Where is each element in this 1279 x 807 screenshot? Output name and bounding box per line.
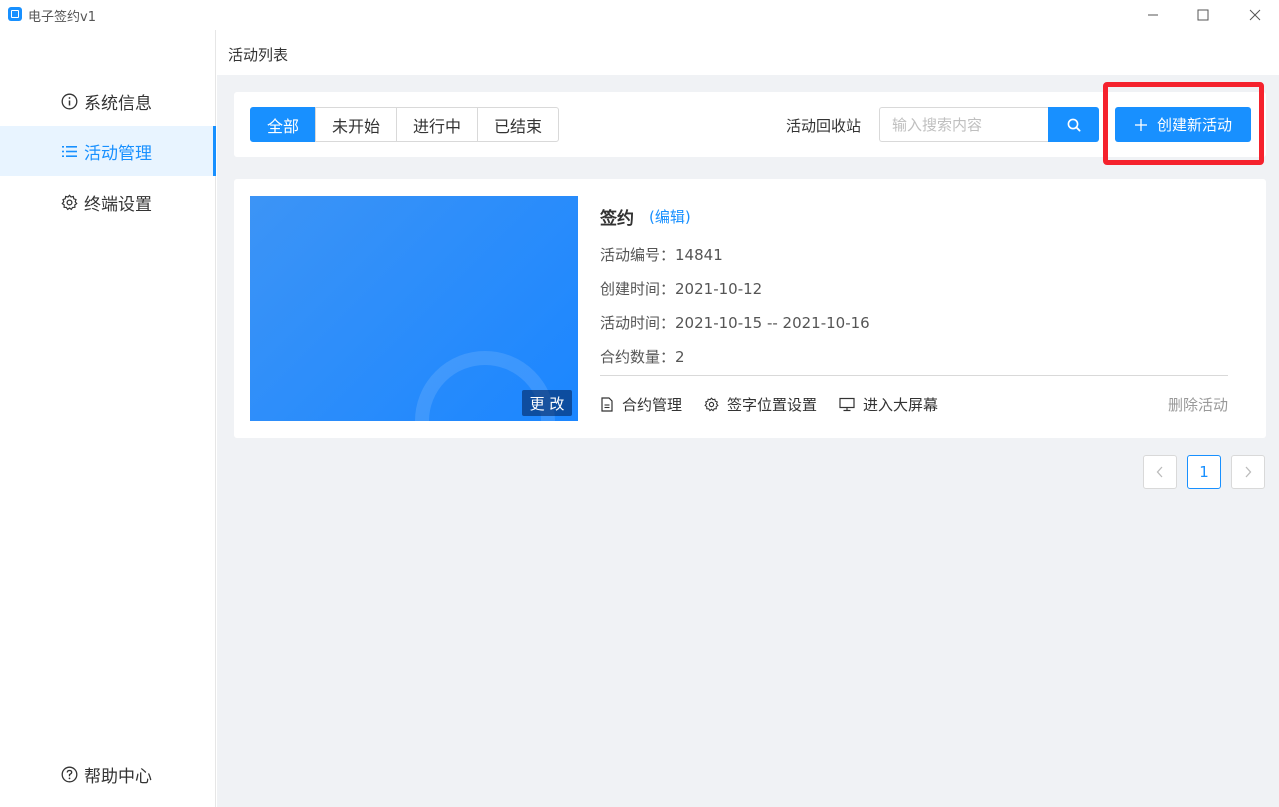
- maximize-icon: [1197, 9, 1209, 21]
- close-icon: [1249, 9, 1261, 21]
- breadcrumb-bar: 活动列表: [217, 30, 1279, 75]
- filter-in-progress-tab[interactable]: 进行中: [396, 107, 479, 142]
- close-button[interactable]: [1232, 0, 1278, 30]
- title-bar: 电子签约v1: [0, 0, 1279, 30]
- create-activity-label: 创建新活动: [1156, 116, 1232, 134]
- prev-page-button[interactable]: [1143, 455, 1177, 489]
- filter-all-tab[interactable]: 全部: [250, 107, 317, 142]
- list-icon: [60, 142, 78, 160]
- main-content: 活动列表 全部 未开始 进行中 已结束 活动回收站 创建新活动 更 改 签约: [217, 30, 1279, 807]
- sidebar-item-label: 帮助中心: [84, 766, 152, 787]
- monitor-icon: [839, 397, 855, 412]
- app-logo-icon: [8, 7, 22, 21]
- card-divider: [600, 375, 1228, 376]
- search-input[interactable]: [879, 107, 1048, 142]
- create-activity-button[interactable]: 创建新活动: [1115, 107, 1251, 142]
- filter-toolbar: 全部 未开始 进行中 已结束 活动回收站 创建新活动: [234, 92, 1266, 157]
- status-filter-group: 全部 未开始 进行中 已结束: [250, 107, 560, 142]
- contract-management-button[interactable]: 合约管理: [600, 394, 682, 415]
- activity-id: 活动编号：14841: [600, 246, 723, 264]
- action-label: 签字位置设置: [727, 396, 818, 414]
- activity-card: 更 改 签约 (编辑) 活动编号：14841 创建时间：2021-10-12 活…: [234, 179, 1266, 438]
- minimize-button[interactable]: [1130, 0, 1176, 30]
- sidebar-item-terminal-settings[interactable]: 终端设置: [0, 177, 216, 227]
- activity-title-row: 签约 (编辑): [600, 204, 691, 229]
- delete-activity-link[interactable]: 删除活动: [1168, 394, 1228, 415]
- sidebar-item-label: 活动管理: [84, 143, 152, 164]
- search-button[interactable]: [1048, 107, 1099, 142]
- search-box: [879, 107, 1099, 142]
- change-cover-button[interactable]: 更 改: [522, 390, 572, 416]
- plus-icon: [1134, 118, 1147, 131]
- sidebar-item-system-info[interactable]: 系统信息: [0, 76, 216, 126]
- file-icon: [601, 397, 613, 412]
- activity-time-range: 活动时间：2021-10-15 -- 2021-10-16: [600, 314, 870, 332]
- sidebar: 系统信息 活动管理 终端设置 帮助中心: [0, 30, 216, 807]
- filter-ended-tab[interactable]: 已结束: [477, 107, 560, 142]
- recycle-bin-link[interactable]: 活动回收站: [786, 115, 861, 136]
- activity-cover-image: 更 改: [250, 196, 578, 421]
- search-icon: [1067, 118, 1081, 132]
- action-label: 合约管理: [622, 396, 683, 414]
- gear-icon: [60, 193, 78, 211]
- enter-big-screen-button[interactable]: 进入大屏幕: [839, 394, 938, 415]
- sidebar-item-label: 终端设置: [84, 194, 152, 215]
- action-label: 进入大屏幕: [863, 396, 939, 414]
- window-title: 电子签约v1: [28, 10, 96, 25]
- question-circle-icon: [60, 765, 78, 783]
- info-circle-icon: [60, 92, 78, 110]
- filter-not-started-tab[interactable]: 未开始: [315, 107, 398, 142]
- contract-count: 合约数量：2: [600, 348, 685, 366]
- chevron-left-icon: [1156, 466, 1163, 478]
- next-page-button[interactable]: [1231, 455, 1265, 489]
- sidebar-item-label: 系统信息: [84, 93, 152, 114]
- activity-created-time: 创建时间：2021-10-12: [600, 280, 763, 298]
- activity-actions: 合约管理 签字位置设置 进入大屏幕: [600, 394, 960, 415]
- page-1-button[interactable]: 1: [1187, 455, 1221, 489]
- chevron-right-icon: [1245, 466, 1252, 478]
- maximize-button[interactable]: [1180, 0, 1226, 30]
- signature-position-settings-button[interactable]: 签字位置设置: [704, 394, 817, 415]
- minimize-icon: [1148, 14, 1158, 16]
- sidebar-item-help-center[interactable]: 帮助中心: [0, 749, 216, 799]
- breadcrumb: 活动列表: [228, 46, 289, 64]
- sidebar-item-activity-management[interactable]: 活动管理: [0, 126, 216, 176]
- edit-activity-link[interactable]: (编辑): [649, 206, 691, 227]
- gear-icon: [704, 397, 719, 412]
- activity-title: 签约: [600, 209, 634, 229]
